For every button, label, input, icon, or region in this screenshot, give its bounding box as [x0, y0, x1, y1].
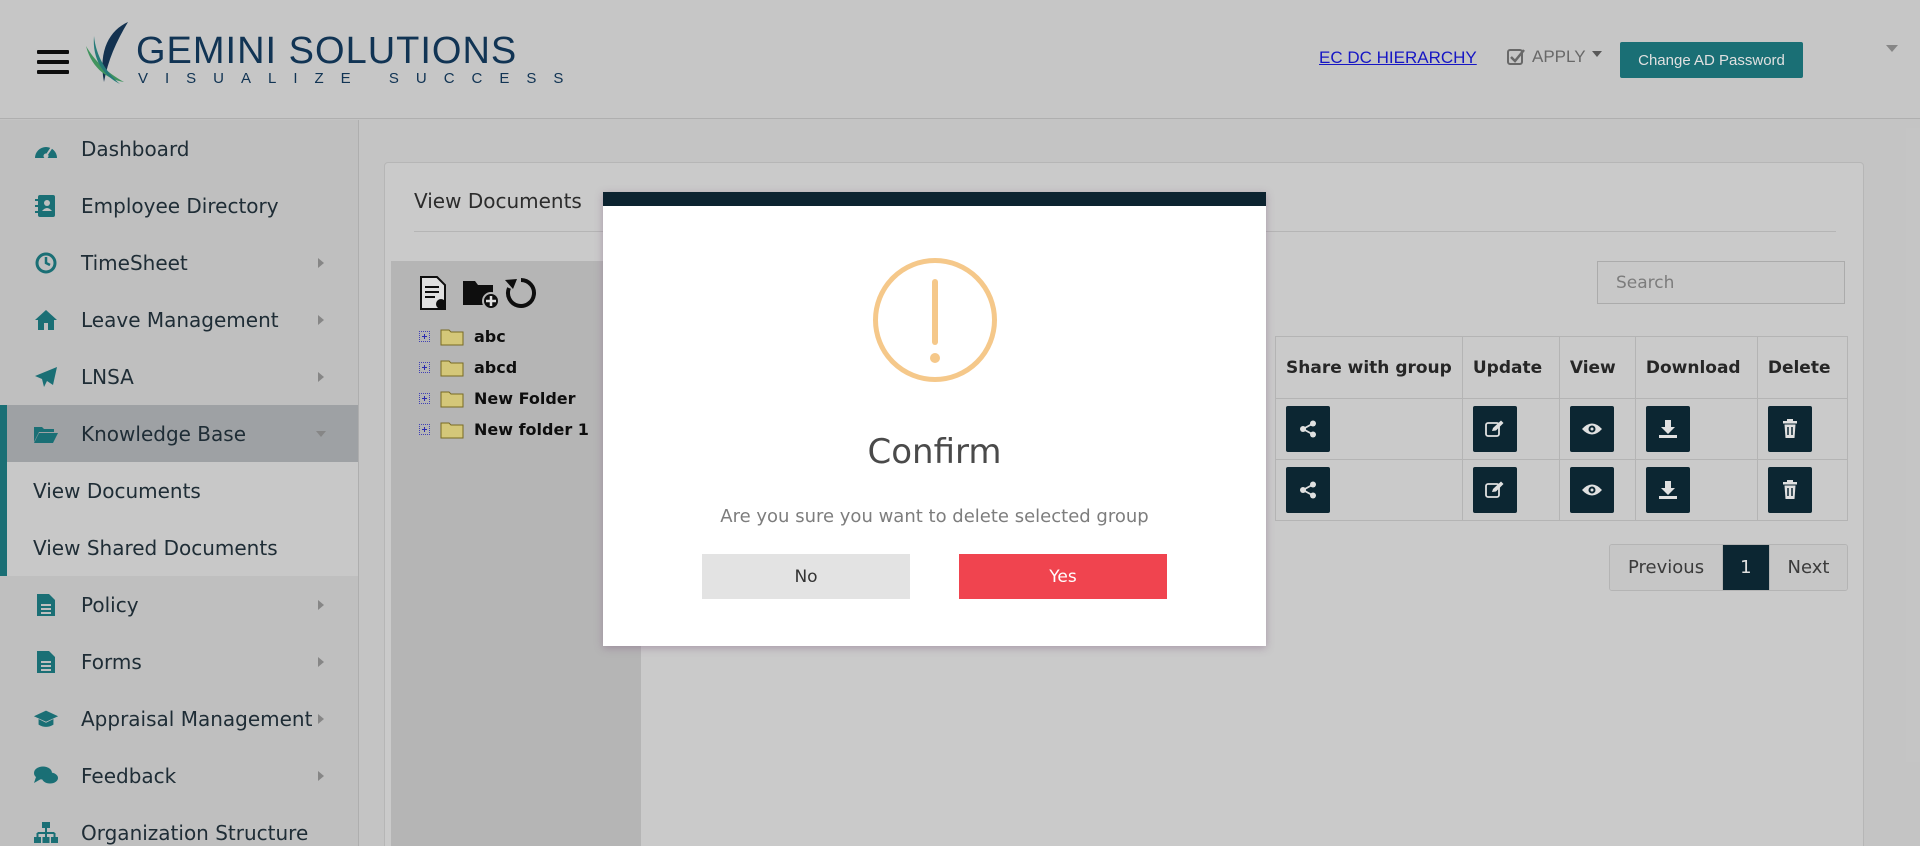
- warning-icon: [873, 258, 997, 382]
- dialog-message: Are you sure you want to delete selected…: [720, 506, 1149, 527]
- confirm-dialog: Confirm Are you sure you want to delete …: [603, 192, 1266, 646]
- dialog-title: Confirm: [867, 432, 1002, 472]
- yes-button[interactable]: Yes: [959, 554, 1167, 599]
- no-button[interactable]: No: [702, 554, 910, 599]
